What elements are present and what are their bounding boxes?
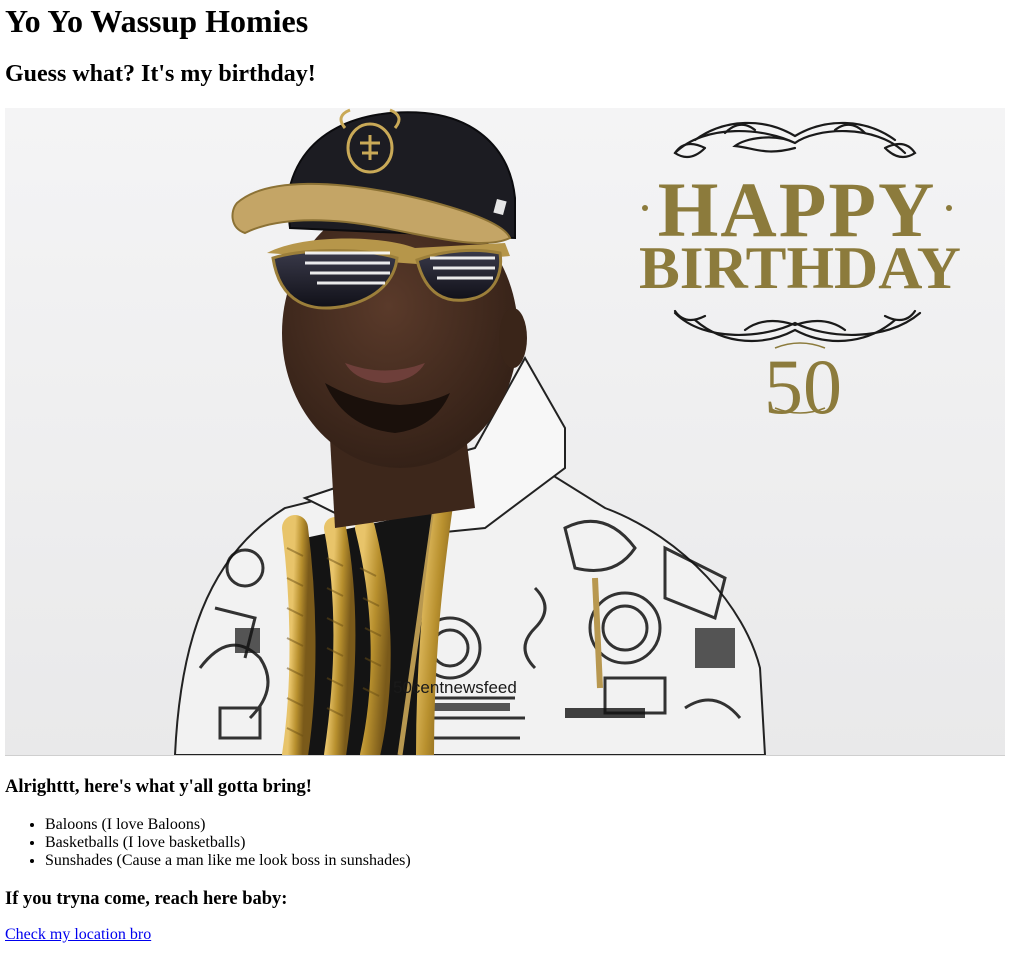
banner-birthday: BIRTHDAY xyxy=(639,235,961,301)
list-item: Sunshades (Cause a man like me look boss… xyxy=(45,852,1007,870)
page-subheading: Guess what? It's my birthday! xyxy=(5,61,316,87)
photo-watermark: 50centnewsfeed xyxy=(393,678,517,697)
bring-list: Baloons (I love Baloons) Basketballs (I … xyxy=(5,816,1007,870)
page-heading: Yo Yo Wassup Homies xyxy=(5,3,309,39)
location-link[interactable]: Check my location bro xyxy=(5,926,151,944)
bring-heading: Alrighttt, here's what y'all gotta bring… xyxy=(5,777,312,797)
location-heading: If you tryna come, reach here baby: xyxy=(5,889,288,909)
banner-number: 50 xyxy=(764,343,842,430)
list-item: Basketballs (I love basketballs) xyxy=(45,834,1007,852)
birthday-photo: 50centnewsfeed HAPPY BIRTHDAY 50 xyxy=(5,108,1005,756)
list-item: Baloons (I love Baloons) xyxy=(45,816,1007,834)
page-content: Yo Yo Wassup Homies Guess what? It's my … xyxy=(0,0,1012,944)
